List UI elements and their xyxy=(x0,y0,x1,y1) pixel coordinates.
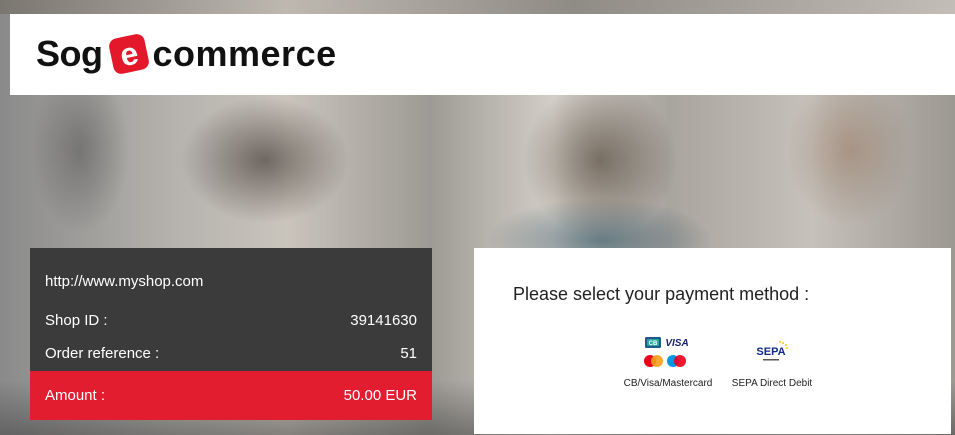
payment-method-panel: Please select your payment method : CB V… xyxy=(474,248,951,434)
amount-value: 50.00 EUR xyxy=(343,387,417,404)
background-photo-top-strip xyxy=(0,0,955,14)
logo-text-commerce: commerce xyxy=(152,33,337,74)
amount-bar: Amount : 50.00 EUR xyxy=(30,371,432,420)
logo-e-badge: e xyxy=(107,32,150,76)
order-summary-panel: http://www.myshop.com Shop ID : 39141630… xyxy=(30,248,432,420)
svg-text:SEPA: SEPA xyxy=(756,346,785,358)
sepa-icon: SEPA xyxy=(756,341,788,361)
amount-row: Amount : 50.00 EUR xyxy=(45,387,417,404)
order-reference-value: 51 xyxy=(400,345,417,362)
sogecommerce-logo: Sog e commerce xyxy=(36,32,337,76)
payment-method-sepa-label: SEPA Direct Debit xyxy=(731,378,813,389)
shop-id-value: 39141630 xyxy=(350,312,417,329)
logo-text-sog: Sog xyxy=(36,33,103,74)
card-brands-icon: CB VISA xyxy=(644,337,689,367)
shop-id-label: Shop ID : xyxy=(45,312,108,329)
payment-method-title: Please select your payment method : xyxy=(513,284,810,304)
shop-url: http://www.myshop.com xyxy=(45,273,204,290)
svg-text:CB: CB xyxy=(649,341,658,347)
payment-method-card-label: CB/Visa/Mastercard xyxy=(623,378,713,389)
card-logos: CB VISA xyxy=(622,334,714,372)
sepa-logo: SEPA xyxy=(728,334,816,372)
header: Sog e commerce xyxy=(10,14,955,95)
payment-method-card[interactable]: CB VISA CB/Visa/Mastercard xyxy=(622,334,714,389)
order-reference-label: Order reference : xyxy=(45,345,160,362)
mastercard-icon xyxy=(644,355,663,367)
payment-method-sepa[interactable]: SEPA SEPA Direct Debit xyxy=(728,334,816,389)
amount-label: Amount : xyxy=(45,387,106,404)
shop-id-row: Shop ID : 39141630 xyxy=(45,312,417,329)
visa-icon: VISA xyxy=(665,338,688,349)
order-reference-row: Order reference : 51 xyxy=(45,345,417,362)
cb-icon: CB xyxy=(645,337,661,348)
maestro-icon xyxy=(667,355,686,367)
